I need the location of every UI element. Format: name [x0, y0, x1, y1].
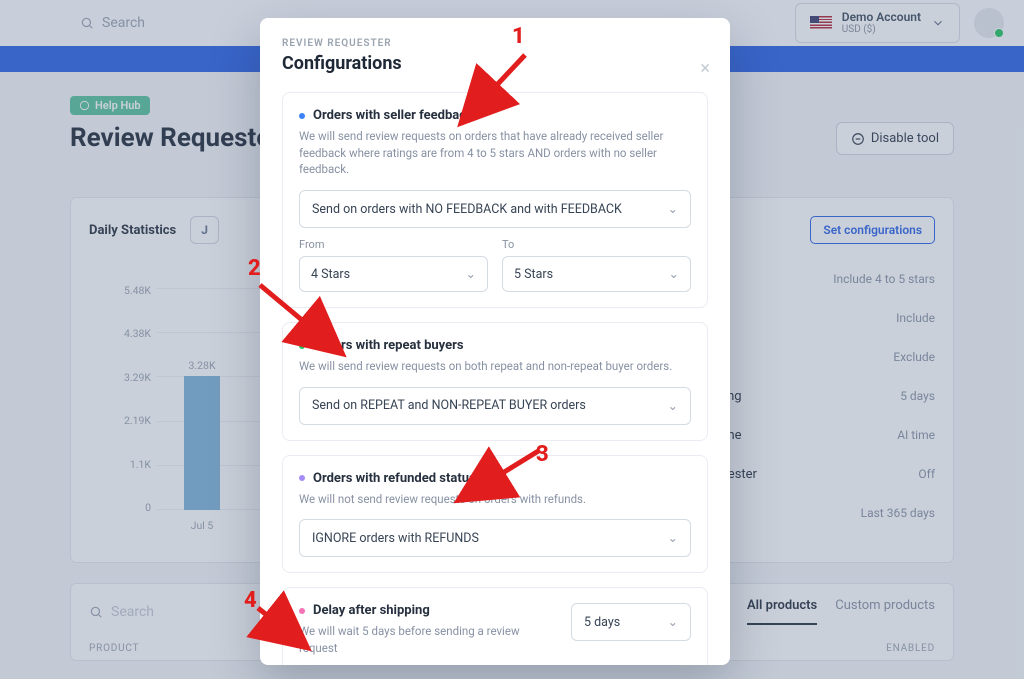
- dot-icon: [299, 608, 305, 614]
- from-stars-select[interactable]: 4 Stars ⌄: [299, 256, 488, 292]
- section-refunded: Orders with refunded status We will not …: [282, 455, 708, 574]
- close-icon[interactable]: ×: [700, 58, 710, 79]
- modal-eyebrow: REVIEW REQUESTER: [282, 38, 708, 49]
- section-desc: We will wait 5 days before sending a rev…: [299, 623, 559, 656]
- section-title: Orders with repeat buyers: [313, 338, 464, 353]
- chevron-down-icon: ⌄: [466, 266, 476, 282]
- delay-days-select[interactable]: 5 days ⌄: [571, 603, 691, 641]
- refunded-select[interactable]: IGNORE orders with REFUNDS ⌄: [299, 519, 691, 557]
- dot-icon: [299, 113, 305, 119]
- select-value: Send on orders with NO FEEDBACK and with…: [312, 202, 622, 217]
- section-repeat-buyers: Orders with repeat buyers We will send r…: [282, 322, 708, 441]
- to-stars-select[interactable]: 5 Stars ⌄: [502, 256, 691, 292]
- select-value: 5 Stars: [514, 267, 553, 282]
- section-title: Orders with seller feedback: [313, 108, 473, 123]
- section-desc: We will not send review requests on orde…: [299, 491, 691, 508]
- select-value: Send on REPEAT and NON-REPEAT BUYER orde…: [312, 398, 586, 413]
- configurations-modal: REVIEW REQUESTER Configurations × Orders…: [260, 18, 730, 665]
- modal-title: Configurations: [282, 53, 708, 74]
- chevron-down-icon: ⌄: [668, 398, 678, 414]
- section-desc: We will send review requests on both rep…: [299, 358, 691, 375]
- chevron-down-icon: ⌄: [668, 614, 678, 630]
- repeat-buyers-select[interactable]: Send on REPEAT and NON-REPEAT BUYER orde…: [299, 387, 691, 425]
- section-delay-shipping: Delay after shipping We will wait 5 days…: [282, 587, 708, 664]
- section-title: Orders with refunded status: [313, 471, 476, 486]
- section-seller-feedback: Orders with seller feedback We will send…: [282, 92, 708, 308]
- dot-icon: [299, 343, 305, 349]
- select-value: 4 Stars: [311, 267, 350, 282]
- section-title: Delay after shipping: [313, 603, 430, 618]
- to-label: To: [502, 238, 691, 251]
- select-value: IGNORE orders with REFUNDS: [312, 531, 479, 546]
- from-label: From: [299, 238, 488, 251]
- select-value: 5 days: [584, 615, 620, 630]
- chevron-down-icon: ⌄: [668, 201, 678, 217]
- chevron-down-icon: ⌄: [669, 266, 679, 282]
- feedback-mode-select[interactable]: Send on orders with NO FEEDBACK and with…: [299, 190, 691, 228]
- chevron-down-icon: ⌄: [668, 530, 678, 546]
- section-desc: We will send review requests on orders t…: [299, 128, 691, 178]
- dot-icon: [299, 475, 305, 481]
